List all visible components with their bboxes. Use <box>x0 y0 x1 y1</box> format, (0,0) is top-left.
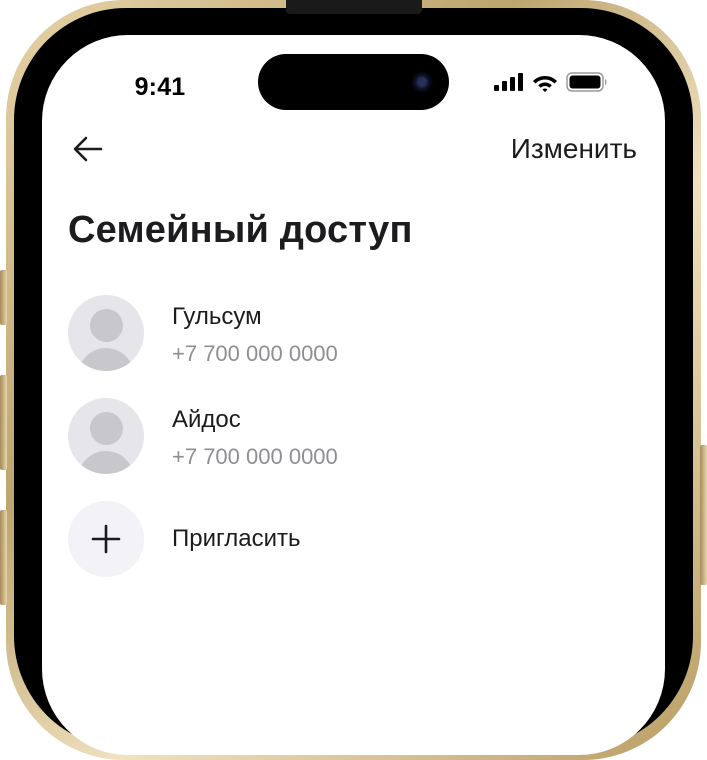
phone-screen: 9:41 Изменить Семейный доступ Гульсум +7… <box>42 35 665 755</box>
member-name: Айдос <box>172 406 241 433</box>
avatar-shoulders <box>78 348 134 371</box>
invite-label: Пригласить <box>172 525 301 552</box>
member-phone: +7 700 000 0000 <box>172 341 338 366</box>
wifi-icon <box>533 75 557 92</box>
page-title: Семейный доступ <box>68 209 413 251</box>
plus-circle <box>68 501 144 577</box>
battery-icon <box>566 72 607 92</box>
person-placeholder-icon <box>68 398 144 474</box>
family-members-list: Гульсум +7 700 000 0000 Айдос +7 700 000… <box>68 295 638 581</box>
arrow-left-icon <box>73 136 103 162</box>
member-row[interactable]: Гульсум +7 700 000 0000 <box>68 295 638 398</box>
back-button[interactable] <box>70 131 106 167</box>
invite-button[interactable]: Пригласить <box>68 501 638 581</box>
device-top-speaker <box>286 0 422 14</box>
status-icons <box>494 71 608 93</box>
person-placeholder-icon <box>68 295 144 371</box>
status-time: 9:41 <box>134 73 186 101</box>
plus-icon <box>91 524 121 554</box>
front-camera-icon <box>411 71 433 93</box>
avatar-head <box>90 309 123 342</box>
member-name: Гульсум <box>172 303 262 330</box>
device-side-button-left-3 <box>0 510 7 605</box>
member-row[interactable]: Айдос +7 700 000 0000 <box>68 398 638 501</box>
member-phone: +7 700 000 0000 <box>172 444 338 469</box>
cellular-signal-icon <box>494 73 523 91</box>
avatar-shoulders <box>78 451 134 474</box>
device-side-button-right <box>700 445 707 585</box>
device-side-button-left-2 <box>0 375 7 470</box>
dynamic-island <box>258 54 449 110</box>
avatar-head <box>90 412 123 445</box>
edit-button[interactable]: Изменить <box>511 131 637 167</box>
device-side-button-left-1 <box>0 270 7 325</box>
